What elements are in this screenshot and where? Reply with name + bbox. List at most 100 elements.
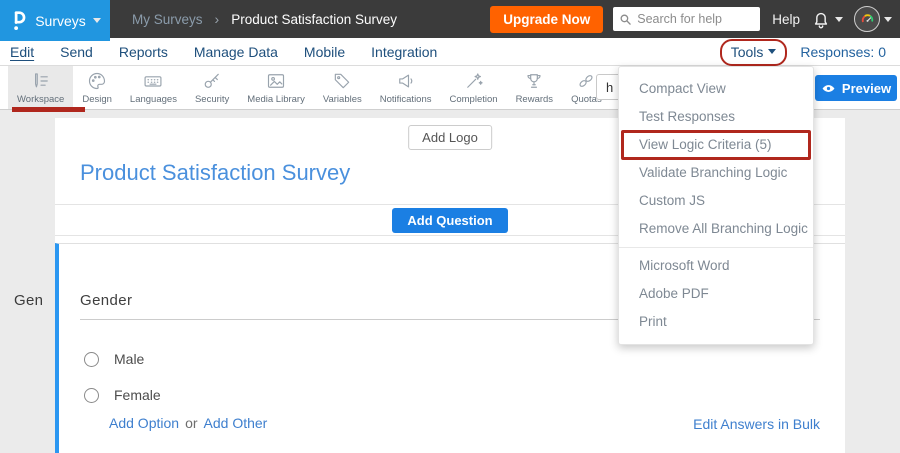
toolbar-item-label: Media Library (247, 94, 305, 105)
chain-links-icon (576, 71, 596, 91)
chevron-down-icon (884, 17, 892, 22)
or-label: or (185, 415, 197, 431)
menu-item-label: Custom JS (639, 193, 705, 208)
tools-label: Tools (731, 44, 764, 60)
app-window: Surveys My Surveys › Product Satisfactio… (0, 0, 900, 453)
chevron-down-icon (93, 18, 101, 23)
toolbar-item-security[interactable]: Security (186, 66, 238, 109)
question-label[interactable]: Gender (80, 292, 132, 309)
menu-item-remove-all-branching-logic[interactable]: Remove All Branching Logic (619, 215, 813, 243)
add-other-link[interactable]: Add Other (204, 415, 268, 431)
add-option-link[interactable]: Add Option (109, 415, 179, 431)
image-icon (266, 71, 286, 91)
toolbar-item-label: Notifications (380, 94, 432, 105)
menu-item-label: Remove All Branching Logic (639, 221, 808, 236)
nav-tab-send[interactable]: Send (60, 44, 93, 60)
toolbar-item-languages[interactable]: Languages (121, 66, 186, 109)
toolbar-item-workspace[interactable]: Workspace (8, 66, 73, 109)
menu-item-label: Test Responses (639, 109, 735, 124)
menu-item-validate-branching-logic[interactable]: Validate Branching Logic (619, 159, 813, 187)
menu-item-custom-js[interactable]: Custom JS (619, 187, 813, 215)
megaphone-icon (396, 71, 416, 91)
toolbar-item-completion[interactable]: Completion (441, 66, 507, 109)
toolbar-item-label: Completion (450, 94, 498, 105)
answer-option-female[interactable]: Female (84, 387, 161, 403)
chevron-down-icon (835, 17, 843, 22)
toolbar-item-design[interactable]: Design (73, 66, 121, 109)
responses-count: Responses: 0 (800, 44, 886, 60)
toolbar-item-label: Security (195, 94, 229, 105)
section-nav: Edit Send Reports Manage Data Mobile Int… (0, 38, 900, 66)
help-search[interactable] (613, 7, 760, 31)
radio-button-icon[interactable] (84, 352, 99, 367)
menu-item-microsoft-word[interactable]: Microsoft Word (619, 252, 813, 280)
preview-button[interactable]: Preview (815, 75, 897, 101)
product-switcher[interactable]: Surveys (0, 0, 110, 41)
tag-icon (332, 71, 352, 91)
palette-icon (87, 71, 107, 91)
preview-label: Preview (842, 81, 891, 96)
toolbar-item-media-library[interactable]: Media Library (238, 66, 314, 109)
add-logo-button[interactable]: Add Logo (408, 125, 492, 150)
magic-wand-icon (464, 71, 484, 91)
option-label: Female (114, 387, 161, 403)
toolbar-item-label: Design (82, 94, 112, 105)
toolbar-item-label: Workspace (17, 94, 64, 105)
key-icon (202, 71, 222, 91)
breadcrumb-separator: › (215, 11, 220, 27)
tools-dropdown-menu: Compact View Test Responses View Logic C… (618, 66, 814, 345)
menu-item-label: View Logic Criteria (5) (639, 137, 772, 152)
menu-item-label: Adobe PDF (639, 286, 709, 301)
breadcrumb-parent[interactable]: My Surveys (132, 12, 203, 27)
eye-icon (821, 81, 836, 96)
edit-answers-in-bulk-link[interactable]: Edit Answers in Bulk (693, 416, 820, 432)
menu-item-compact-view[interactable]: Compact View (619, 75, 813, 103)
bell-icon (811, 9, 831, 29)
search-input[interactable] (637, 12, 747, 26)
toolbar-item-rewards[interactable]: Rewards (507, 66, 563, 109)
menu-divider (619, 247, 813, 248)
option-label: Male (114, 351, 144, 367)
menu-item-adobe-pdf[interactable]: Adobe PDF (619, 280, 813, 308)
menu-item-test-responses[interactable]: Test Responses (619, 103, 813, 131)
partial-input-text: h (606, 80, 613, 95)
nav-links: Edit Send Reports Manage Data Mobile Int… (10, 44, 437, 60)
chevron-down-icon (768, 49, 776, 54)
notifications-menu[interactable] (811, 9, 843, 29)
nav-tab-reports[interactable]: Reports (119, 44, 168, 60)
search-icon (619, 13, 632, 26)
menu-item-label: Print (639, 314, 667, 329)
toolbar-item-notifications[interactable]: Notifications (371, 66, 441, 109)
option-links: Add Option or Add Other (109, 415, 267, 431)
trophy-icon (524, 71, 544, 91)
menu-item-label: Compact View (639, 81, 726, 96)
top-header-bar: Surveys My Surveys › Product Satisfactio… (0, 0, 900, 38)
avatar (854, 6, 880, 32)
upgrade-now-button[interactable]: Upgrade Now (490, 6, 603, 33)
toolbar-item-label: Variables (323, 94, 362, 105)
menu-item-view-logic-criteria[interactable]: View Logic Criteria (5) (619, 131, 813, 159)
breadcrumb-current: Product Satisfaction Survey (231, 12, 397, 27)
app-menu-label: Surveys (35, 13, 86, 29)
toolbar-item-label: Languages (130, 94, 177, 105)
menu-item-label: Validate Branching Logic (639, 165, 787, 180)
toolbar-item-label: Rewards (516, 94, 554, 105)
background-question-snippet: Gen (14, 292, 43, 309)
nav-tab-edit[interactable]: Edit (10, 44, 34, 60)
proprofs-logo-icon (9, 9, 28, 33)
account-menu[interactable] (854, 6, 892, 32)
survey-title[interactable]: Product Satisfaction Survey (80, 160, 350, 186)
annotation-underline-workspace (12, 107, 85, 112)
radio-button-icon[interactable] (84, 388, 99, 403)
gauge-avatar-icon (859, 11, 876, 28)
workspace-icon (31, 71, 51, 91)
add-question-button[interactable]: Add Question (392, 208, 507, 233)
answer-option-male[interactable]: Male (84, 351, 144, 367)
toolbar-item-variables[interactable]: Variables (314, 66, 371, 109)
nav-tab-integration[interactable]: Integration (371, 44, 437, 60)
tools-dropdown-button[interactable]: Tools (727, 42, 781, 62)
nav-tab-mobile[interactable]: Mobile (304, 44, 345, 60)
help-link[interactable]: Help (772, 12, 800, 27)
nav-tab-manage-data[interactable]: Manage Data (194, 44, 278, 60)
menu-item-print[interactable]: Print (619, 308, 813, 336)
